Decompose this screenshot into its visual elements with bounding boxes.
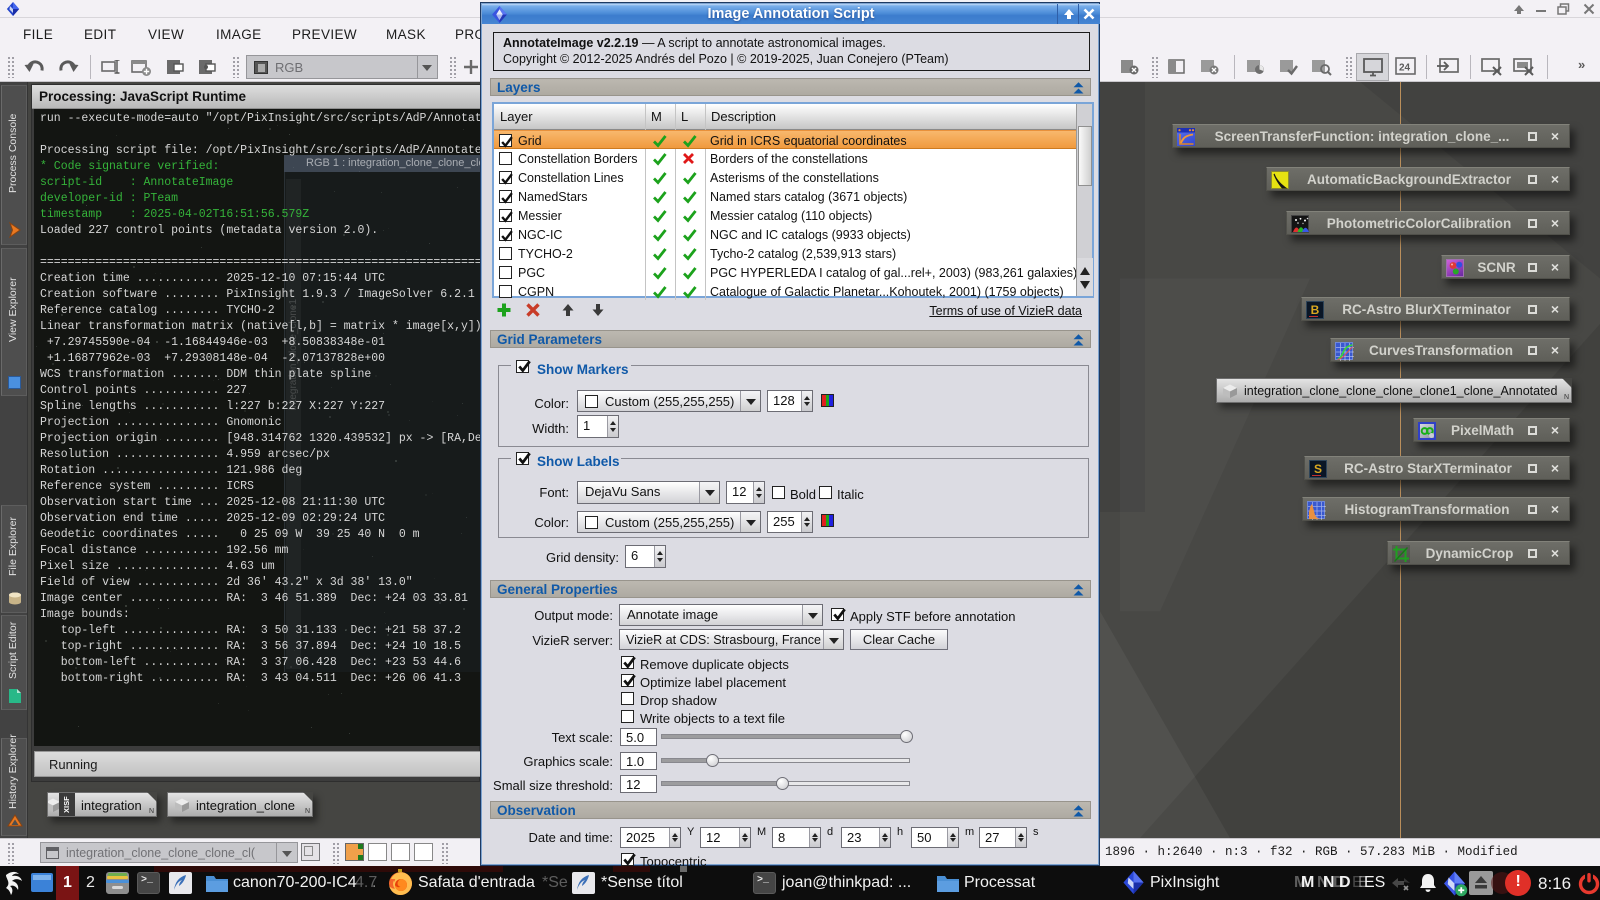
svg-text:24: 24 [1399,63,1411,74]
